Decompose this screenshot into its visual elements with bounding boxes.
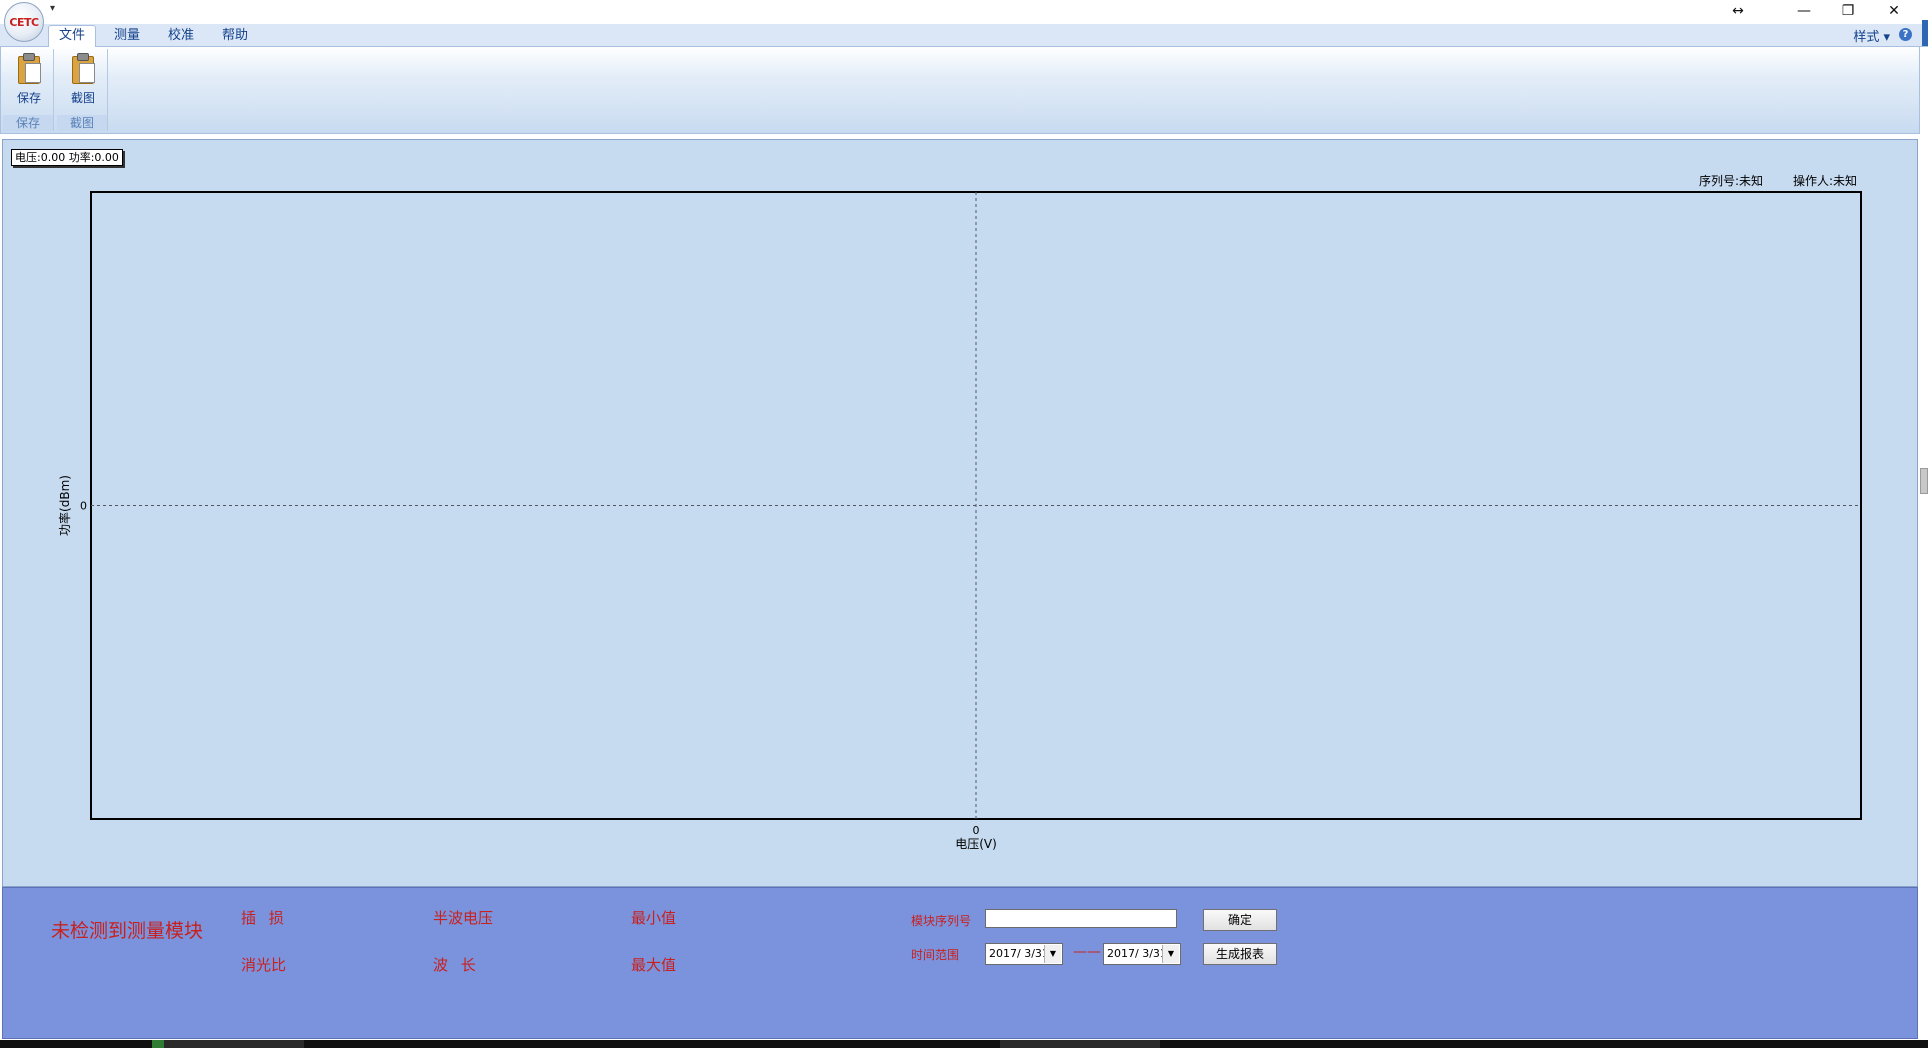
- date-range-separator: ——: [1073, 944, 1101, 960]
- window-edge-strip: [1922, 20, 1928, 46]
- operator-info: 操作人:未知: [1793, 174, 1858, 188]
- wavelength-label: 波 长: [433, 956, 480, 974]
- cursor-readout: 电压:0.00 功率:0.00: [11, 149, 123, 166]
- status-panel: 未检测到测量模块 插 损 半波电压 最小值 消光比 波 长 最大值 模块序列号 …: [2, 887, 1918, 1039]
- x-axis-label: 电压(V): [955, 837, 997, 851]
- end-date-picker[interactable]: 2017/ 3/31 ▼: [1103, 943, 1181, 965]
- taskbar-item[interactable]: [164, 1040, 304, 1048]
- screenshot-button[interactable]: 截图: [61, 51, 105, 111]
- end-date-value: 2017/ 3/31: [1107, 947, 1167, 960]
- max-value-label: 最大值: [631, 956, 677, 974]
- y-axis-label: 功率(dBm): [57, 475, 72, 536]
- extinction-ratio-label: 消光比: [241, 956, 287, 974]
- half-wave-voltage-label: 半波电压: [433, 909, 494, 927]
- help-icon[interactable]: ?: [1899, 28, 1912, 41]
- serial-number-info: 序列号:未知: [1699, 174, 1764, 188]
- y-tick-label: 0: [80, 500, 87, 513]
- time-range-label: 时间范围: [911, 948, 960, 962]
- logo-text: CETC: [9, 15, 39, 29]
- restore-button[interactable]: ❐: [1826, 0, 1870, 22]
- app-logo-button[interactable]: CETC: [4, 2, 44, 42]
- resize-arrows-icon[interactable]: ↔: [1716, 0, 1760, 22]
- start-date-picker[interactable]: 2017/ 3/31 ▼: [985, 943, 1063, 965]
- ribbon-group-save: 保存 保存: [3, 49, 54, 131]
- ribbon-tab-row: 文件 测量 校准 帮助: [0, 24, 1928, 47]
- quick-access-dropdown-icon[interactable]: ▾: [50, 3, 55, 14]
- save-button-label: 保存: [16, 91, 41, 105]
- module-serial-input[interactable]: [985, 909, 1177, 928]
- start-date-value: 2017/ 3/31: [989, 947, 1049, 960]
- taskbar-item[interactable]: [1000, 1040, 1160, 1048]
- module-serial-label: 模块序列号: [911, 914, 972, 928]
- group-label-screenshot: 截图: [57, 115, 107, 131]
- insertion-loss-label: 插 损: [241, 909, 288, 927]
- min-value-label: 最小值: [631, 909, 677, 927]
- x-tick-label: 0: [973, 824, 980, 837]
- screenshot-button-label: 截图: [70, 91, 95, 105]
- chevron-down-icon[interactable]: ▼: [1162, 945, 1179, 963]
- generate-report-button[interactable]: 生成报表: [1203, 943, 1277, 965]
- ribbon-group-screenshot: 截图 截图: [57, 49, 108, 131]
- clipboard-icon: [71, 53, 95, 84]
- group-label-save: 保存: [3, 115, 53, 131]
- tab-measure[interactable]: 测量: [104, 26, 150, 46]
- close-button[interactable]: ✕: [1872, 0, 1916, 22]
- ribbon-panel: 保存 保存 截图 截图: [0, 47, 1920, 134]
- title-bar: CETC ▾ ↔ — ❐ ✕: [0, 0, 1928, 42]
- taskbar-app-indicator[interactable]: [152, 1040, 164, 1048]
- plot-area: 0 0 电压(V) 功率(dBm): [57, 191, 1862, 851]
- module-status-text: 未检测到测量模块: [51, 920, 204, 942]
- scrollbar-thumb[interactable]: [1920, 468, 1928, 494]
- tab-file[interactable]: 文件: [48, 25, 97, 47]
- clipboard-icon: [17, 53, 41, 84]
- save-button[interactable]: 保存: [7, 51, 51, 111]
- chart-pane: 0 0 电压(V) 功率(dBm) 电压:0.00 功率:0.00 序列号:未知…: [2, 139, 1918, 887]
- style-menu[interactable]: 样式 ▾: [1853, 26, 1890, 45]
- minimize-button[interactable]: —: [1782, 0, 1826, 22]
- tab-calibrate[interactable]: 校准: [158, 26, 204, 46]
- confirm-button[interactable]: 确定: [1203, 909, 1277, 931]
- chevron-down-icon[interactable]: ▼: [1044, 945, 1061, 963]
- tab-help[interactable]: 帮助: [212, 26, 258, 46]
